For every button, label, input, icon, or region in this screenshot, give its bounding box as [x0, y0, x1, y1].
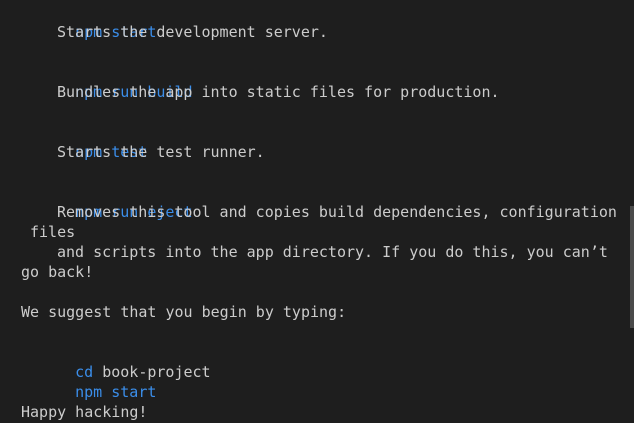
command-cd-book-project: cd book-project: [39, 342, 210, 381]
description-eject-line1: Removes this tool and copies build depen…: [57, 203, 617, 221]
command-npm-start-2: npm start: [39, 362, 156, 401]
description-start: Starts the development server.: [57, 23, 328, 41]
command-npm-run-build: npm run build: [39, 62, 192, 101]
command-keyword: npm: [75, 383, 103, 401]
description-eject-line2: files: [30, 223, 76, 241]
description-test: Starts the test runner.: [57, 143, 265, 161]
description-eject-line4: go back!: [21, 263, 94, 281]
command-arg: start: [111, 383, 157, 401]
command-npm-start: npm start: [39, 2, 156, 41]
command-npm-test: npm test: [39, 122, 147, 161]
command-npm-run-eject: npm run eject: [39, 182, 192, 221]
description-eject-line3: and scripts into the app directory. If y…: [57, 243, 608, 261]
closing-message: Happy hacking!: [21, 403, 148, 421]
description-build: Bundles the app into static files for pr…: [57, 83, 500, 101]
scrollbar-thumb[interactable]: [630, 206, 634, 328]
terminal-output[interactable]: npm start Starts the development server.…: [0, 0, 634, 423]
suggestion-text: We suggest that you begin by typing:: [21, 303, 347, 321]
